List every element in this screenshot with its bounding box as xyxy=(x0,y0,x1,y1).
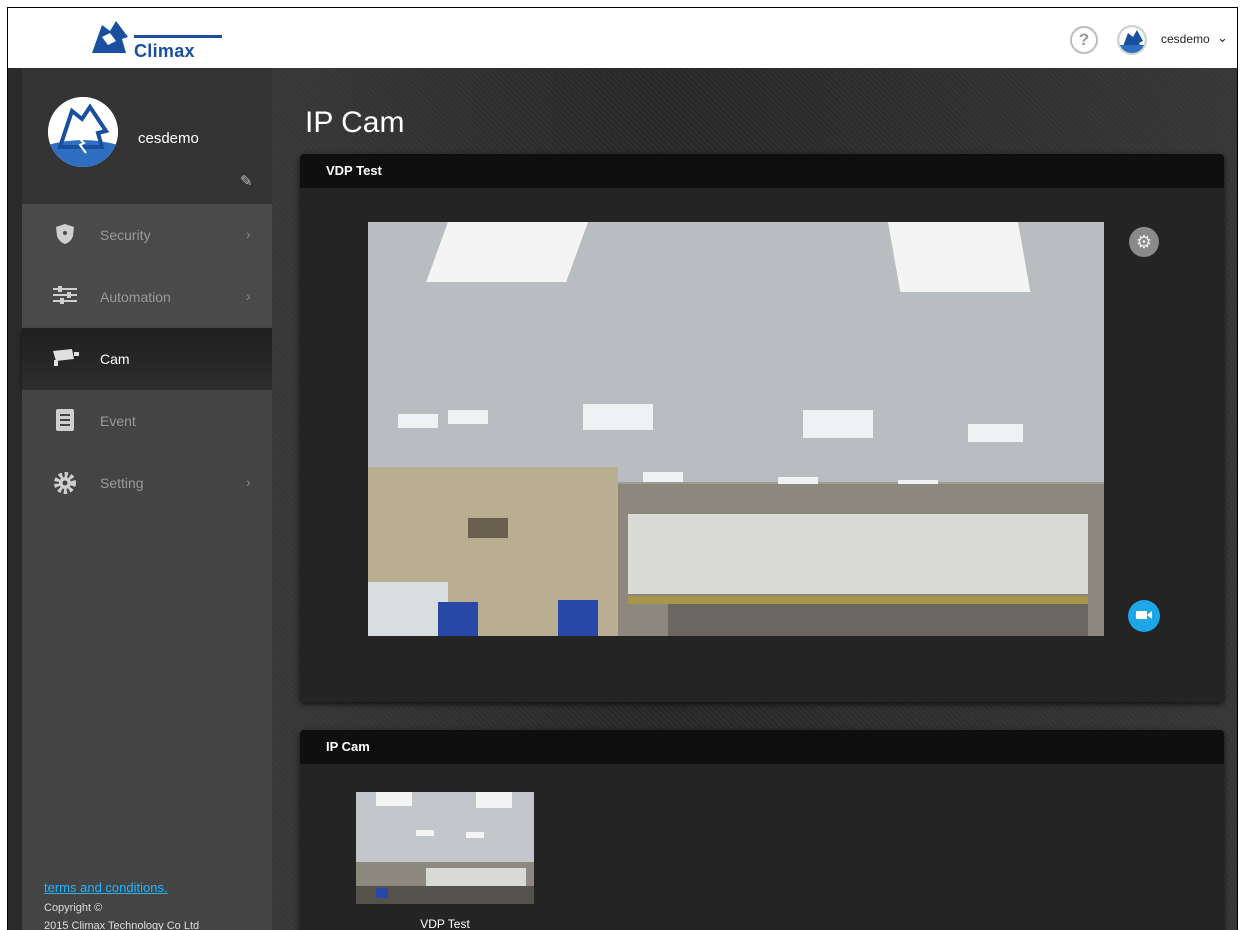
avatar-mascot-icon xyxy=(1119,27,1145,53)
logo-text: Climax xyxy=(134,41,195,61)
list-icon xyxy=(52,409,78,433)
logo-underline xyxy=(134,35,222,38)
climax-logo[interactable]: Climax xyxy=(88,17,228,61)
camera-live-view[interactable] xyxy=(368,222,1104,636)
camera-settings-gear-icon[interactable]: ⚙ xyxy=(1129,227,1159,257)
sidebar-item-cam[interactable]: Cam xyxy=(22,328,272,390)
camera-list-panel: IP Cam VDP Test xyxy=(300,730,1224,930)
terms-link[interactable]: terms and conditions. xyxy=(44,880,199,895)
live-view-panel-title: VDP Test xyxy=(300,154,1224,188)
profile-name: cesdemo xyxy=(138,130,199,147)
sidebar-item-label: Event xyxy=(100,413,136,429)
help-button[interactable]: ? xyxy=(1070,26,1098,54)
chevron-right-icon: › xyxy=(246,226,251,242)
user-avatar[interactable] xyxy=(1117,25,1147,55)
profile-card: cesdemo ✎ xyxy=(22,68,272,204)
chevron-right-icon: › xyxy=(246,474,251,490)
gear-icon xyxy=(52,471,78,495)
camera-list-panel-title: IP Cam xyxy=(300,730,1224,764)
sliders-icon xyxy=(52,285,78,309)
sidebar-edge xyxy=(8,68,22,930)
page-title: IP Cam xyxy=(305,106,405,139)
sidebar-item-setting[interactable]: Setting › xyxy=(22,452,272,514)
sidebar-footer: terms and conditions. Copyright © 2015 C… xyxy=(44,880,199,930)
main-content: IP Cam VDP Test ⚙ IP Cam VDP Test xyxy=(272,68,1237,930)
sidebar-item-event[interactable]: Event xyxy=(22,390,272,452)
sidebar-item-security[interactable]: Security › xyxy=(22,204,272,266)
video-record-icon[interactable] xyxy=(1128,600,1160,632)
camera-thumbnail-label[interactable]: VDP Test xyxy=(356,917,534,930)
camera-thumbnail-image xyxy=(356,792,534,904)
sidebar: cesdemo ✎ Security › Automation › Cam Ev… xyxy=(8,68,272,930)
chevron-down-icon[interactable]: ⌄ xyxy=(1217,30,1228,46)
sidebar-item-label: Cam xyxy=(100,351,130,367)
app-window: Climax ? cesdemo ⌄ cesdemo ✎ Security › … xyxy=(7,7,1238,930)
camera-icon xyxy=(52,347,79,371)
copyright-text: Copyright © xyxy=(44,902,103,914)
company-text: 2015 Climax Technology Co Ltd xyxy=(44,920,200,930)
chevron-right-icon: › xyxy=(246,288,251,304)
climax-mascot-icon xyxy=(92,21,128,53)
edit-icon[interactable]: ✎ xyxy=(240,172,256,190)
profile-mascot-icon xyxy=(48,97,118,167)
sidebar-item-label: Security xyxy=(100,227,151,243)
sidebar-item-label: Automation xyxy=(100,289,171,305)
sidebar-item-label: Setting xyxy=(100,475,144,491)
top-bar: Climax ? cesdemo ⌄ xyxy=(8,8,1237,68)
profile-avatar xyxy=(48,97,118,167)
top-username[interactable]: cesdemo xyxy=(1161,32,1210,46)
live-view-panel: VDP Test ⚙ xyxy=(300,154,1224,702)
sidebar-item-automation[interactable]: Automation › xyxy=(22,266,272,328)
camera-feed-image xyxy=(368,222,1104,636)
sidebar-menu: Security › Automation › Cam Event Settin… xyxy=(22,204,272,514)
camera-thumbnail[interactable] xyxy=(356,792,534,904)
shield-icon xyxy=(52,223,78,247)
